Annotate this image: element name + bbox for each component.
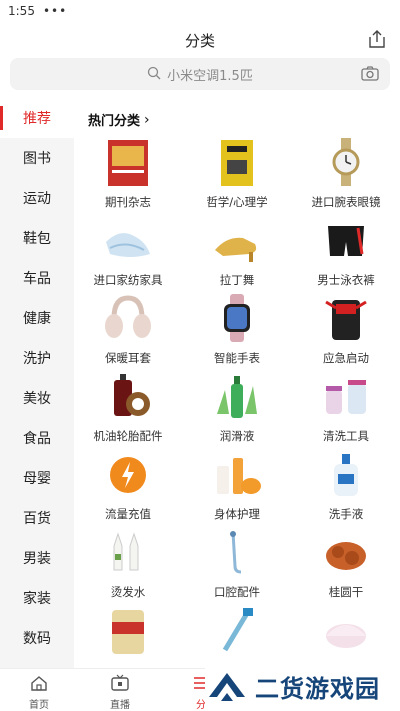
category-item[interactable]: 桂圆干 <box>292 526 400 606</box>
category-item[interactable]: 烫发水 <box>74 526 182 606</box>
category-item[interactable]: 口腔配件 <box>183 526 291 606</box>
watch-icon <box>317 136 375 188</box>
category-label: 洗手液 <box>328 507 364 521</box>
sidebar-item[interactable]: 运动 <box>0 178 74 218</box>
category-label: 拉丁舞 <box>219 273 255 287</box>
header: 分类 <box>0 22 400 58</box>
search-bar[interactable]: 小米空调1.5匹 <box>10 58 390 90</box>
category-item[interactable]: 保暖耳套 <box>74 292 182 372</box>
category-item[interactable]: 男士泳衣裤 <box>292 214 400 294</box>
category-item[interactable] <box>183 604 291 668</box>
category-label: 保暖耳套 <box>105 351 151 365</box>
home-icon <box>29 673 49 693</box>
category-item[interactable] <box>292 604 400 668</box>
category-item[interactable]: 洗手液 <box>292 448 400 528</box>
category-label: 进口腕表眼镜 <box>311 195 381 209</box>
category-item[interactable]: 流量充值 <box>74 448 182 528</box>
category-item[interactable] <box>74 604 182 668</box>
cap-icon <box>317 604 375 656</box>
category-label: 桂圆干 <box>328 585 364 599</box>
category-item[interactable]: 进口腕表眼镜 <box>292 136 400 216</box>
camera-scan-icon[interactable] <box>360 64 380 84</box>
section-title[interactable]: 热门分类 › <box>88 110 150 130</box>
category-label: 流量充值 <box>105 507 151 521</box>
sidebar-item[interactable]: 食品 <box>0 418 74 458</box>
category-label: 智能手表 <box>214 351 260 365</box>
tab-home[interactable]: 首页 <box>9 673 69 711</box>
share-icon[interactable] <box>366 28 388 50</box>
lightning-icon <box>99 448 157 500</box>
sidebar-item[interactable]: 家装 <box>0 578 74 618</box>
textile-icon <box>99 214 157 266</box>
status-dots: ••• <box>42 4 68 18</box>
tab-tv[interactable]: 直播 <box>90 673 150 711</box>
earmuff-icon <box>99 292 157 344</box>
body-care-icon <box>208 448 266 500</box>
sidebar-item[interactable]: 洗护 <box>0 338 74 378</box>
engine-oil-icon <box>99 370 157 422</box>
category-label: 润滑液 <box>219 429 255 443</box>
sidebar-item[interactable]: 数码 <box>0 618 74 658</box>
sidebar-item[interactable]: 健康 <box>0 298 74 338</box>
milk-powder-icon <box>99 604 157 656</box>
magazine-icon <box>99 136 157 188</box>
perm-lotion-icon <box>99 526 157 578</box>
category-label: 进口家纺家具 <box>93 273 163 287</box>
category-item[interactable]: 应急启动 <box>292 292 400 372</box>
category-item[interactable]: 润滑液 <box>183 370 291 450</box>
watermark: 二货游戏园 <box>205 662 400 711</box>
category-item[interactable]: 哲学/心理学 <box>183 136 291 216</box>
dried-longan-icon <box>317 526 375 578</box>
status-time: 1:55 <box>8 4 35 18</box>
chevron-right-icon: › <box>144 111 150 128</box>
category-label: 男士泳衣裤 <box>317 273 375 287</box>
category-item[interactable]: 智能手表 <box>183 292 291 372</box>
sidebar-item[interactable]: 男装 <box>0 538 74 578</box>
watermark-text: 二货游戏园 <box>255 675 380 703</box>
sidebar-item[interactable]: 鞋包 <box>0 218 74 258</box>
category-label: 应急启动 <box>323 351 369 365</box>
tab-label: 直播 <box>110 700 130 711</box>
page-title: 分类 <box>184 31 215 50</box>
sidebar-item[interactable]: 美妆 <box>0 378 74 418</box>
sidebar-item[interactable]: 推荐 <box>0 98 74 138</box>
category-label: 烫发水 <box>110 585 146 599</box>
search-icon <box>147 65 161 84</box>
jump-starter-icon <box>317 292 375 344</box>
book-icon <box>208 136 266 188</box>
cleaning-tool-icon <box>317 370 375 422</box>
smartwatch-icon <box>208 292 266 344</box>
category-label: 期刊杂志 <box>105 195 151 209</box>
category-item[interactable]: 清洗工具 <box>292 370 400 450</box>
tv-icon <box>110 673 130 693</box>
category-item[interactable]: 期刊杂志 <box>74 136 182 216</box>
status-bar: 1:55 ••• <box>0 0 400 22</box>
category-item[interactable]: 进口家纺家具 <box>74 214 182 294</box>
category-label: 身体护理 <box>214 507 260 521</box>
tab-label: 首页 <box>29 700 49 711</box>
section-title-text: 热门分类 <box>88 114 141 129</box>
sidebar-item[interactable]: 百货 <box>0 498 74 538</box>
toothbrush-icon <box>208 604 266 656</box>
watermark-logo-icon <box>205 667 249 707</box>
hand-soap-icon <box>317 448 375 500</box>
category-label: 哲学/心理学 <box>206 195 268 209</box>
category-content: 热门分类 › 期刊杂志 哲学/心理学 进口腕表眼镜进口家纺家具 拉丁舞 男士泳衣裤保暖耳… <box>74 98 400 668</box>
category-label: 口腔配件 <box>214 585 260 599</box>
swim-trunks-icon <box>317 214 375 266</box>
search-input[interactable]: 小米空调1.5匹 <box>167 65 253 84</box>
dance-shoe-icon <box>208 214 266 266</box>
sidebar-item[interactable]: 车品 <box>0 258 74 298</box>
category-item[interactable]: 身体护理 <box>183 448 291 528</box>
sidebar-item[interactable]: 母婴 <box>0 458 74 498</box>
sidebar-item[interactable]: 图书 <box>0 138 74 178</box>
oral-care-icon <box>208 526 266 578</box>
lubricant-icon <box>208 370 266 422</box>
category-item[interactable]: 拉丁舞 <box>183 214 291 294</box>
category-label: 机油轮胎配件 <box>93 429 163 443</box>
category-item[interactable]: 机油轮胎配件 <box>74 370 182 450</box>
category-sidebar: 推荐 图书 运动 鞋包 车品 健康 洗护 美妆 食品 母婴 百货 男装 家装 数码 <box>0 98 74 668</box>
category-label: 清洗工具 <box>323 429 369 443</box>
